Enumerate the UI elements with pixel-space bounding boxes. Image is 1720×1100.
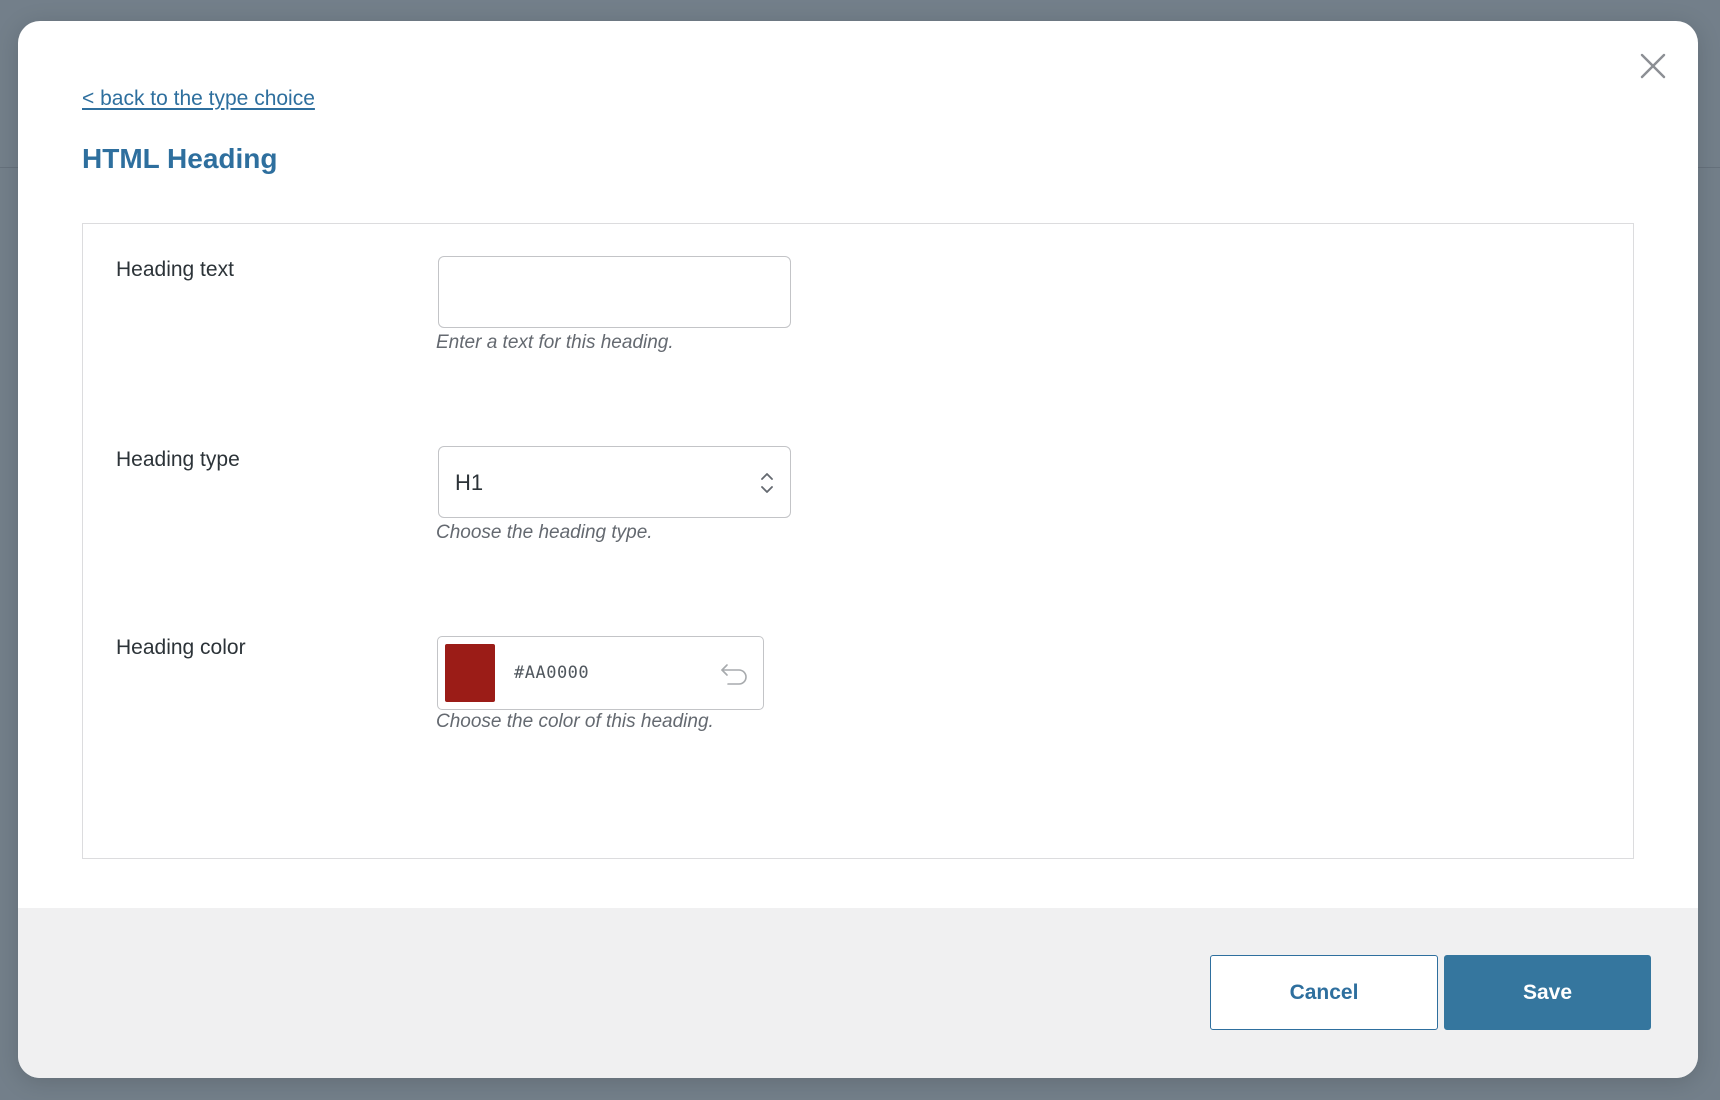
color-swatch[interactable]: [445, 644, 495, 702]
heading-color-help: Choose the color of this heading.: [436, 711, 714, 732]
heading-text-input[interactable]: [438, 256, 791, 328]
heading-text-help: Enter a text for this heading.: [436, 332, 674, 353]
heading-type-label: Heading type: [116, 448, 240, 471]
heading-type-select[interactable]: H1: [438, 446, 791, 518]
heading-color-label: Heading color: [116, 636, 246, 659]
color-reset-button[interactable]: [719, 659, 749, 687]
color-hex-input[interactable]: #AA0000: [514, 663, 589, 683]
cancel-button[interactable]: Cancel: [1210, 955, 1438, 1030]
heading-type-help: Choose the heading type.: [436, 522, 653, 543]
heading-color-picker: #AA0000: [437, 636, 764, 710]
form-panel: Heading text Enter a text for this headi…: [82, 223, 1634, 859]
close-button[interactable]: [1638, 51, 1668, 81]
heading-modal: < back to the type choice HTML Heading H…: [18, 21, 1698, 1078]
modal-title: HTML Heading: [82, 143, 278, 174]
back-to-type-choice-link[interactable]: < back to the type choice: [82, 87, 315, 111]
heading-type-value: H1: [455, 470, 484, 495]
save-button[interactable]: Save: [1444, 955, 1651, 1030]
close-icon: [1640, 53, 1666, 79]
undo-icon: [721, 664, 747, 685]
heading-text-label: Heading text: [116, 258, 234, 281]
chevron-up-down-icon: [761, 473, 773, 493]
